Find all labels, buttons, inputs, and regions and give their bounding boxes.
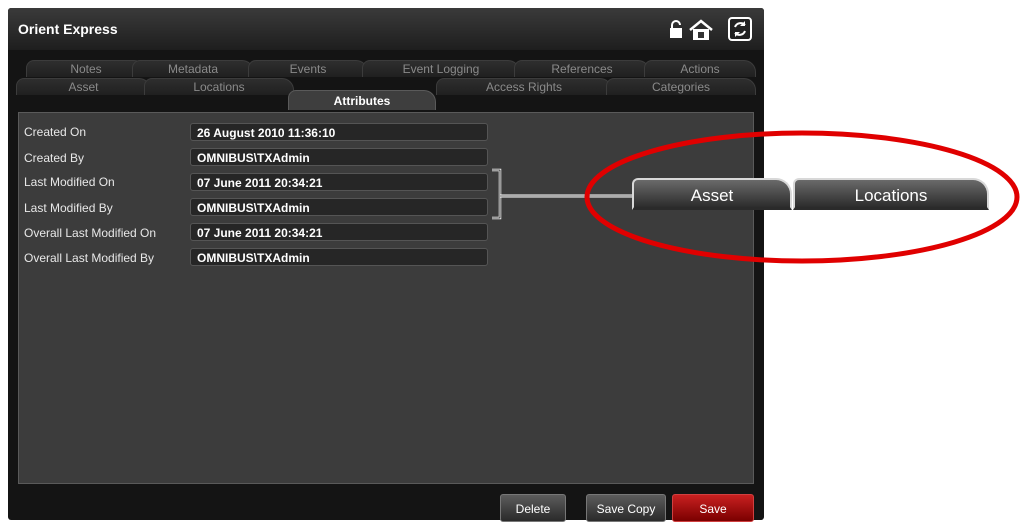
callout-ring (584, 130, 1020, 264)
callout-tab-asset: Asset (632, 178, 792, 210)
callout-tab-locations: Locations (793, 178, 989, 210)
